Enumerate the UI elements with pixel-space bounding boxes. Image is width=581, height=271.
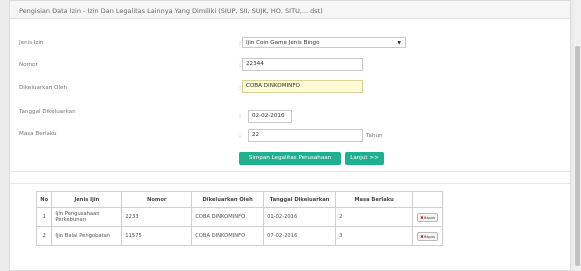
- panel-heading: Pengisian Data Izin - Izin Dan Legalitas…: [10, 1, 570, 19]
- header-no: No: [35, 191, 53, 208]
- hapus-button[interactable]: ✖Hapus: [417, 212, 438, 222]
- scrollbar-thumb[interactable]: [575, 46, 580, 266]
- nomor-input[interactable]: 22344: [242, 58, 363, 71]
- cell-no: 1: [35, 207, 53, 227]
- section-divider: [10, 171, 570, 172]
- masa-berlaku-suffix: Tahun: [366, 133, 383, 139]
- jenis-izin-label: Jenis Izin: [19, 40, 44, 46]
- masa-berlaku-input[interactable]: 22: [248, 129, 363, 142]
- cell-no: 2: [35, 226, 53, 246]
- page-scrollbar[interactable]: [574, 0, 581, 271]
- jenis-izin-colon: :: [239, 40, 242, 47]
- form-panel: Pengisian Data Izin - Izin Dan Legalitas…: [9, 0, 571, 271]
- masa-berlaku-label: Masa Berlaku: [19, 131, 57, 137]
- cell-action: ✖Hapus: [412, 226, 443, 246]
- dikeluarkan-oleh-colon: :: [239, 85, 242, 92]
- dikeluarkan-oleh-input[interactable]: COBA DINKOMINFO: [242, 80, 363, 93]
- cell-dikeluarkan-oleh: COBA DINKOMINFO: [191, 207, 265, 227]
- cell-jenis-ijin: Ijin Balai Pengobatan: [51, 226, 123, 246]
- header-jenis-ijin: Jenis Ijin: [51, 191, 123, 208]
- table-row: 1 Ijin Pengusahaan Perkebunan 2233 COBA …: [35, 207, 443, 227]
- simpan-legalitas-button[interactable]: Simpan Legalitas Perusahaan: [239, 152, 341, 165]
- header-dikeluarkan-oleh: Dikeluarkan Oleh: [191, 191, 265, 208]
- tanggal-dikeluarkan-colon: :: [239, 113, 242, 120]
- header-action: [412, 191, 443, 208]
- cell-action: ✖Hapus: [412, 207, 443, 227]
- cell-masa-berlaku: 2: [335, 207, 414, 227]
- table-row: 2 Ijin Balai Pengobatan 11575 COBA DINKO…: [35, 226, 443, 246]
- hapus-button[interactable]: ✖Hapus: [417, 231, 438, 241]
- legalitas-table: No Jenis Ijin Nomor Dikeluarkan Oleh Tan…: [35, 191, 443, 246]
- cell-jenis-ijin: Ijin Pengusahaan Perkebunan: [51, 207, 123, 227]
- cell-masa-berlaku: 3: [335, 226, 414, 246]
- header-masa-berlaku: Masa Berlaku: [335, 191, 414, 208]
- dikeluarkan-oleh-label: Dikeluarkan Oleh: [19, 85, 68, 91]
- caret-down-icon: ▼: [397, 41, 401, 46]
- table-header-row: No Jenis Ijin Nomor Dikeluarkan Oleh Tan…: [35, 191, 443, 208]
- section-divider-2: [10, 183, 570, 184]
- tanggal-dikeluarkan-input[interactable]: 02-02-2016: [248, 110, 292, 123]
- tanggal-dikeluarkan-label: Tanggal Dikeluarkan: [19, 109, 76, 115]
- cell-nomor: 2233: [121, 207, 193, 227]
- cell-nomor: 11575: [121, 226, 193, 246]
- cell-dikeluarkan-oleh: COBA DINKOMINFO: [191, 226, 265, 246]
- nomor-label: Nomor: [19, 62, 38, 68]
- lanjut-button[interactable]: Lanjut >>: [345, 152, 384, 165]
- masa-berlaku-colon: :: [239, 132, 242, 139]
- hapus-label: Hapus: [423, 215, 435, 220]
- nomor-colon: :: [239, 62, 242, 69]
- cell-tanggal: 01-02-2016: [263, 207, 337, 227]
- header-nomor: Nomor: [121, 191, 193, 208]
- jenis-izin-select[interactable]: Ijin Coin Game Jenis Bingo ▼: [242, 37, 406, 48]
- hapus-label: Hapus: [423, 234, 435, 239]
- jenis-izin-value: Ijin Coin Game Jenis Bingo: [246, 40, 320, 46]
- header-tanggal-dikeluarkan: Tanggal Dikeluarkan: [263, 191, 337, 208]
- cell-tanggal: 07-02-2016: [263, 226, 337, 246]
